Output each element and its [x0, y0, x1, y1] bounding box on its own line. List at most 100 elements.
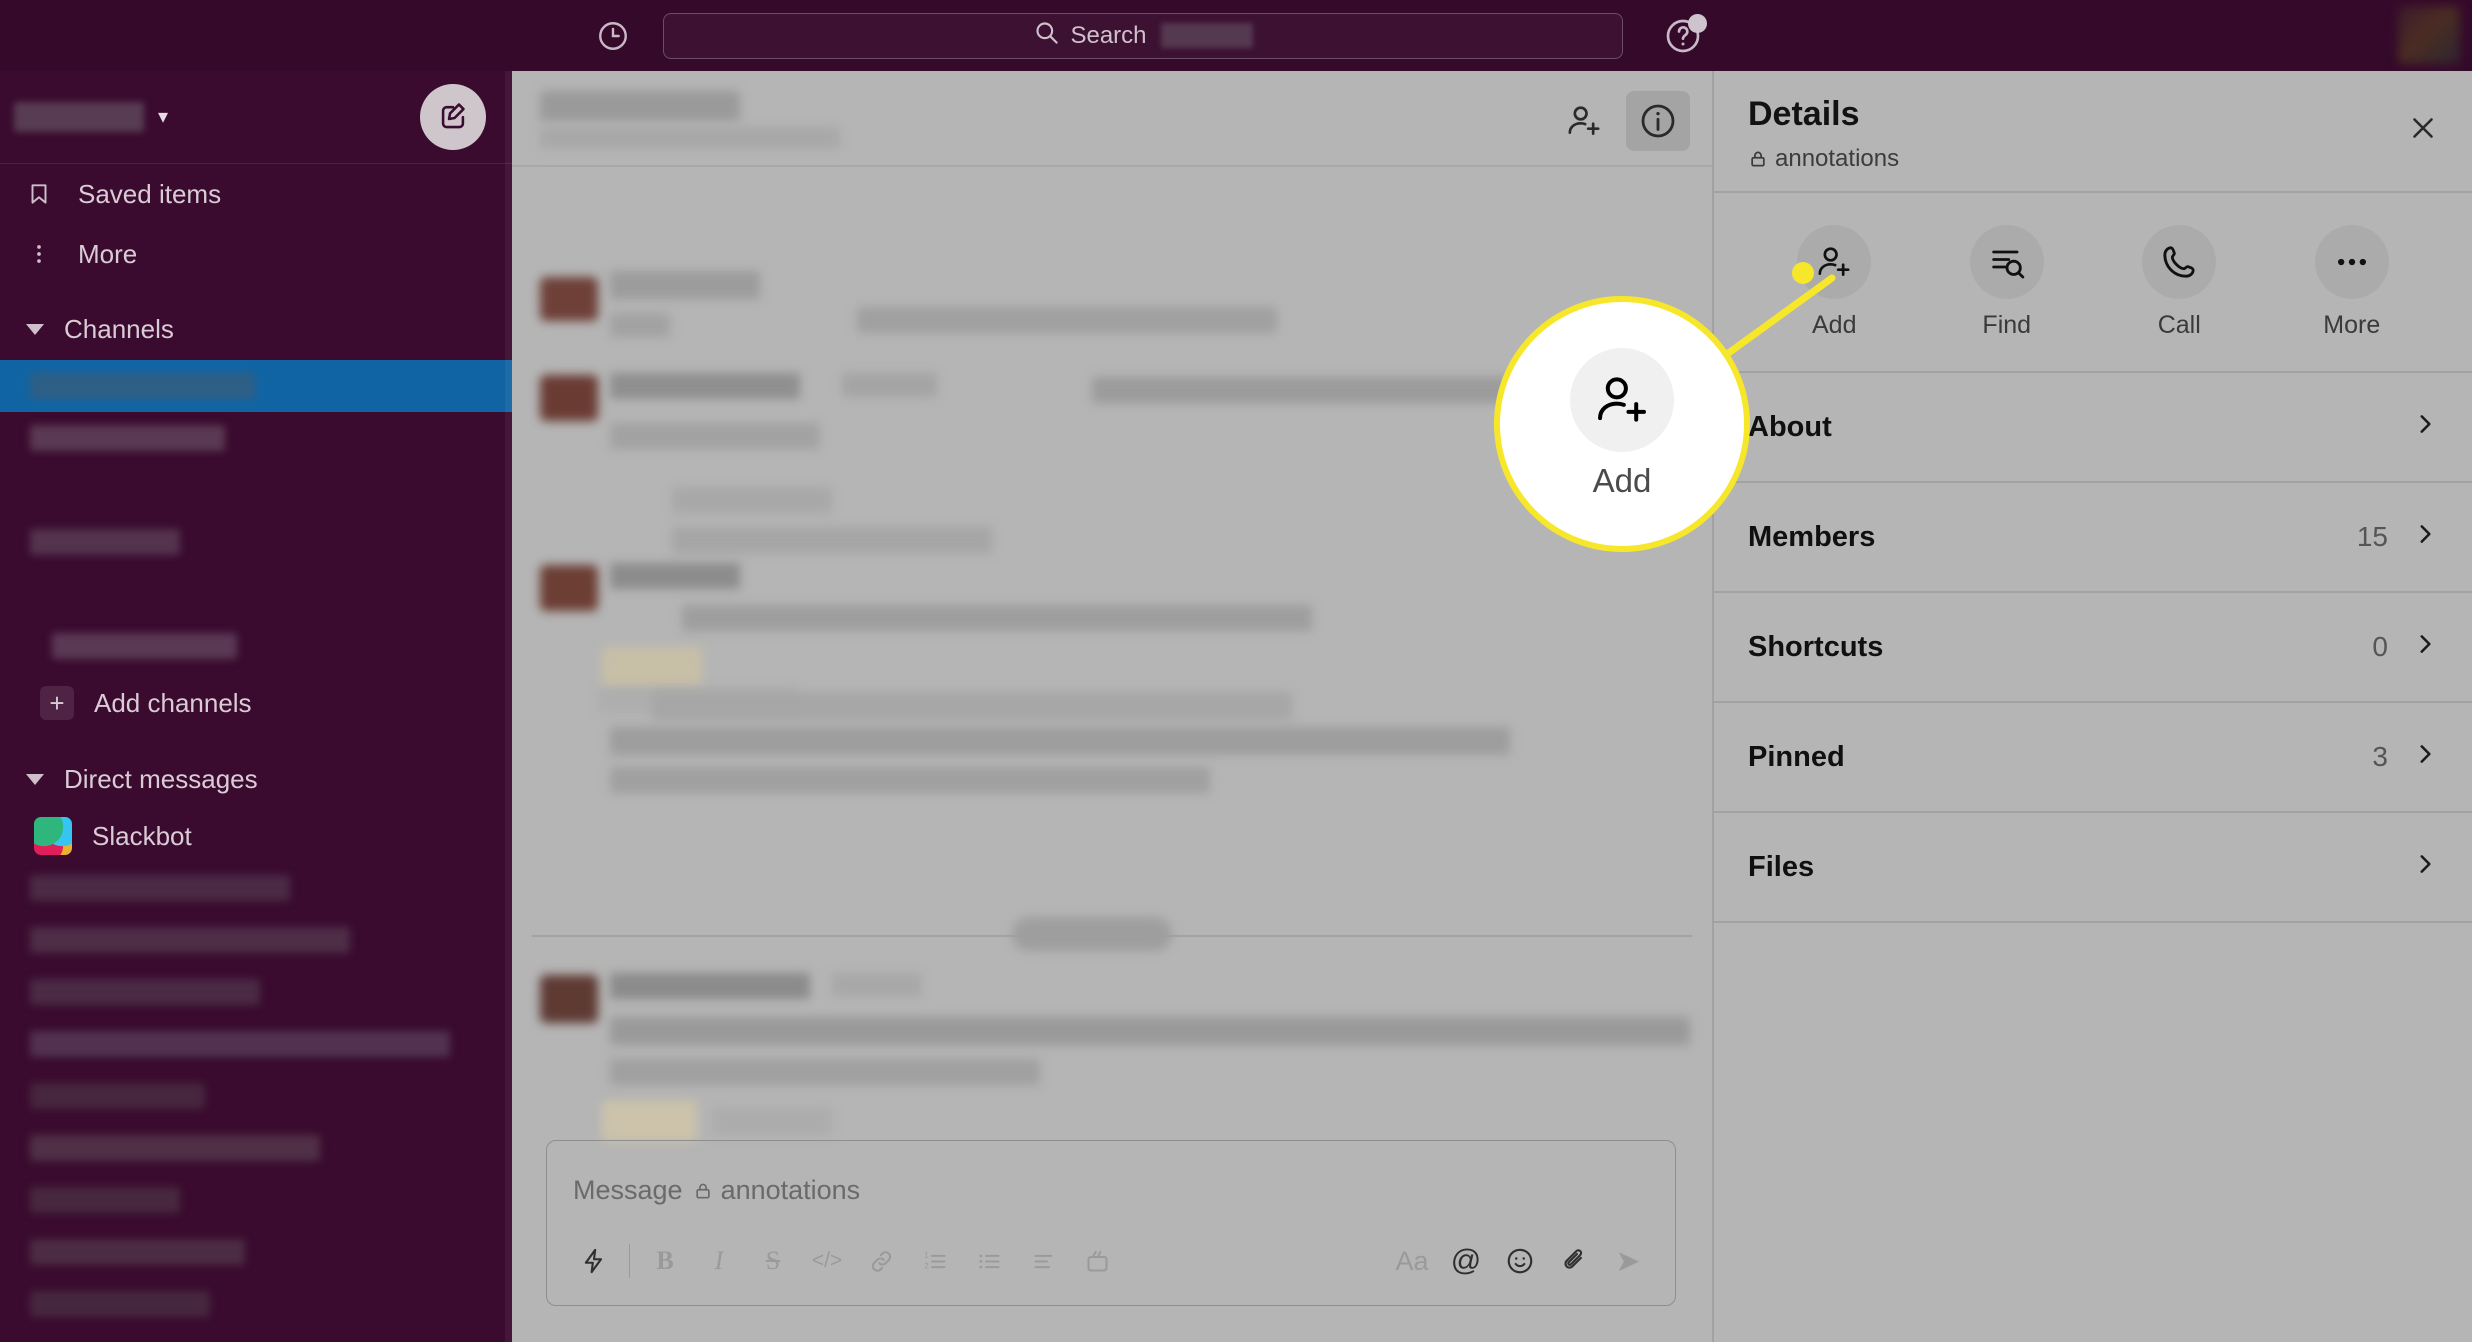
dm-label: Slackbot: [92, 820, 192, 851]
info-circle-icon[interactable]: [1626, 91, 1690, 151]
callout-add-button: Add: [1494, 296, 1750, 552]
italic-icon[interactable]: I: [692, 1234, 746, 1288]
search-input[interactable]: Search: [663, 12, 1623, 59]
message-text-redacted: [610, 423, 820, 449]
details-row-members[interactable]: Members 15: [1714, 483, 2472, 593]
format-text-icon[interactable]: Aa: [1385, 1234, 1439, 1288]
blockquote-icon[interactable]: [1016, 1234, 1070, 1288]
find-in-channel-icon: [1969, 224, 2044, 299]
sidebar-dm-slackbot[interactable]: Slackbot: [0, 810, 512, 862]
sidebar-dm[interactable]: [0, 914, 512, 966]
dm-name-redacted: [30, 875, 290, 901]
chevron-down-icon: [26, 323, 44, 335]
more-vertical-icon: [22, 241, 56, 267]
sidebar-scrollbar[interactable]: [505, 71, 512, 1342]
sidebar-dm[interactable]: [0, 1226, 512, 1278]
message-avatar: [540, 277, 598, 321]
message-composer[interactable]: Message annotations B I S </> 1 2 Aa @ ➤: [546, 1140, 1676, 1306]
sidebar-dm[interactable]: [0, 862, 512, 914]
details-action-call[interactable]: Call: [2093, 224, 2266, 340]
details-row-files[interactable]: Files: [1714, 813, 2472, 923]
dm-name-redacted: [30, 1083, 205, 1109]
details-row-right: 0: [2372, 631, 2438, 663]
details-row-count: 15: [2356, 521, 2388, 552]
details-row-pinned[interactable]: Pinned 3: [1714, 703, 2472, 813]
shortcuts-icon[interactable]: [567, 1234, 621, 1288]
workspace-name-redacted: [14, 102, 144, 132]
clock-icon[interactable]: [585, 8, 641, 64]
sidebar-channel[interactable]: [0, 464, 512, 516]
lock-icon: [693, 1181, 713, 1201]
sidebar-dm[interactable]: [0, 1174, 512, 1226]
add-channels-button[interactable]: + Add channels: [0, 672, 512, 734]
composer-toolbar: B I S </> 1 2 Aa @ ➤: [567, 1233, 1655, 1289]
channel-name-redacted: [30, 373, 255, 399]
sidebar-item-more[interactable]: More: [0, 224, 512, 284]
sidebar-channel-selected[interactable]: [0, 360, 512, 412]
avatar[interactable]: [2398, 6, 2460, 64]
message-attachment-redacted: [602, 1101, 697, 1141]
close-icon[interactable]: [2400, 105, 2446, 151]
details-row-label: About: [1748, 410, 1832, 443]
message-text-redacted: [610, 767, 1210, 793]
workspace-switcher[interactable]: ▾: [14, 102, 168, 132]
toolbar-separator: [629, 1244, 630, 1278]
details-action-add[interactable]: Add: [1748, 224, 1921, 340]
send-icon[interactable]: ➤: [1601, 1234, 1655, 1288]
message-time-redacted: [842, 373, 937, 397]
chevron-down-icon: [26, 773, 44, 785]
message-author-redacted: [610, 973, 810, 999]
sidebar: ▾ Saved items More Channels + Add channe…: [0, 71, 512, 1342]
sidebar-channel[interactable]: [0, 568, 512, 620]
page-title: Details: [1748, 95, 1860, 133]
section-direct-messages[interactable]: Direct messages: [0, 748, 512, 810]
details-action-find[interactable]: Find: [1921, 224, 2094, 340]
sidebar-channel[interactable]: [0, 412, 512, 464]
code-icon[interactable]: </>: [800, 1234, 854, 1288]
sidebar-item-saved-items[interactable]: Saved items: [0, 164, 512, 224]
details-row-label: Pinned: [1748, 740, 1845, 773]
bulleted-list-icon[interactable]: [962, 1234, 1016, 1288]
workspace-header: ▾: [0, 71, 512, 163]
bold-icon[interactable]: B: [638, 1234, 692, 1288]
lock-icon: [1748, 149, 1768, 169]
sidebar-dm[interactable]: [0, 966, 512, 1018]
sidebar-channel[interactable]: [0, 620, 512, 672]
strikethrough-icon[interactable]: S: [746, 1234, 800, 1288]
sidebar-dm[interactable]: [0, 1070, 512, 1122]
question-circle-icon[interactable]: [1655, 8, 1711, 64]
link-icon[interactable]: [854, 1234, 908, 1288]
sidebar-dm[interactable]: [0, 1122, 512, 1174]
compose-button[interactable]: [420, 84, 486, 150]
sidebar-dm[interactable]: [0, 1018, 512, 1070]
section-channels[interactable]: Channels: [0, 298, 512, 360]
message-text-redacted: [712, 1107, 832, 1135]
callout-label: Add: [1592, 462, 1652, 499]
message-text-redacted: [672, 487, 832, 513]
search-placeholder: Search: [1070, 21, 1147, 49]
message-time-redacted: [832, 973, 922, 997]
details-row-label: Shortcuts: [1748, 630, 1884, 663]
ordered-list-icon[interactable]: 1 2: [908, 1234, 962, 1288]
message-list[interactable]: [512, 167, 1712, 1167]
composer-placeholder-prefix: Message: [573, 1175, 683, 1205]
sidebar-dm[interactable]: [0, 1278, 512, 1330]
details-row-right: [2388, 851, 2438, 883]
compose-icon: [436, 98, 470, 137]
code-block-icon[interactable]: [1070, 1234, 1124, 1288]
add-teammates-button[interactable]: + Add teammates: [0, 1330, 512, 1342]
sidebar-item-label: Saved items: [78, 178, 222, 209]
composer-placeholder: Message annotations: [573, 1175, 860, 1206]
details-row-shortcuts[interactable]: Shortcuts 0: [1714, 593, 2472, 703]
add-person-icon[interactable]: [1552, 91, 1616, 151]
sidebar-channel[interactable]: [0, 516, 512, 568]
add-channels-label: Add channels: [94, 687, 252, 718]
message-text-redacted: [672, 527, 992, 553]
attachment-icon[interactable]: [1547, 1234, 1601, 1288]
emoji-icon[interactable]: [1493, 1234, 1547, 1288]
mention-icon[interactable]: @: [1439, 1234, 1493, 1288]
message-avatar: [540, 375, 598, 421]
details-action-more[interactable]: More: [2266, 224, 2439, 340]
sidebar-item-label: More: [78, 238, 138, 269]
details-row-about[interactable]: About: [1714, 373, 2472, 483]
